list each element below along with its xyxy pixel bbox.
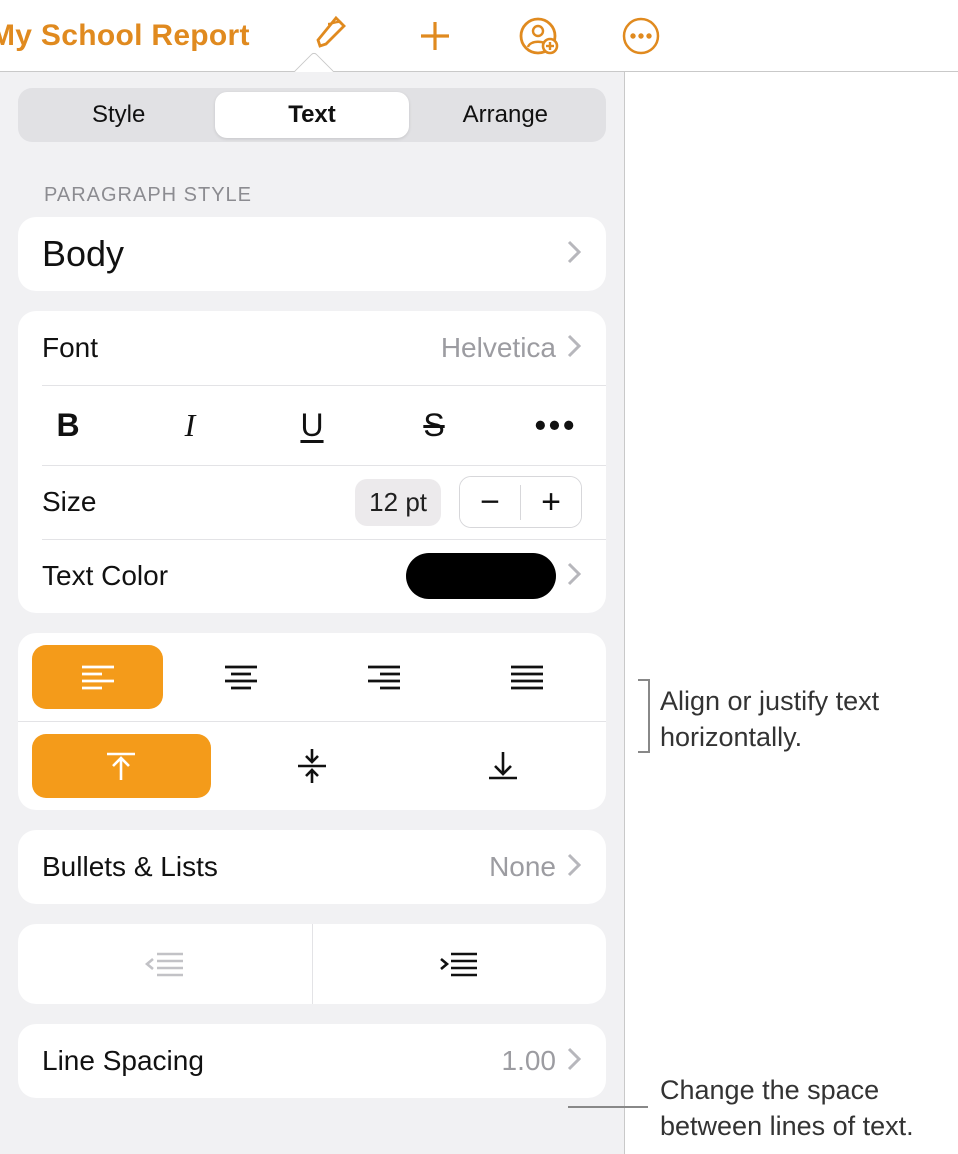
paragraph-style-card[interactable]: Body	[18, 217, 606, 291]
size-row: Size 12 pt − +	[18, 465, 606, 539]
bullets-label: Bullets & Lists	[42, 851, 218, 883]
line-spacing-card[interactable]: Line Spacing 1.00	[18, 1024, 606, 1098]
document-title: My School Report	[0, 19, 250, 53]
font-style-buttons: B I U S •••	[18, 385, 606, 465]
text-color-label: Text Color	[42, 560, 168, 592]
tab-text[interactable]: Text	[215, 92, 408, 138]
valign-bottom-button[interactable]	[413, 734, 592, 798]
valign-middle-button[interactable]	[223, 734, 402, 798]
underline-button[interactable]: U	[282, 407, 342, 444]
decrease-indent-button[interactable]	[18, 924, 312, 1004]
size-value[interactable]: 12 pt	[355, 479, 441, 526]
tab-arrange[interactable]: Arrange	[409, 92, 602, 138]
vertical-alignment-row	[18, 721, 606, 798]
line-spacing-value: 1.00	[502, 1045, 557, 1077]
chevron-right-icon	[566, 561, 582, 592]
increase-indent-button[interactable]	[312, 924, 607, 1004]
top-toolbar: My School Report	[0, 0, 958, 72]
strikethrough-button[interactable]: S	[404, 407, 464, 444]
align-center-button[interactable]	[175, 645, 306, 709]
chevron-right-icon	[566, 1046, 582, 1077]
valign-top-button[interactable]	[32, 734, 211, 798]
callout-spacing-text: Change the space between lines of text.	[660, 1075, 914, 1141]
italic-button[interactable]: I	[160, 407, 220, 444]
tab-segmented-control: Style Text Arrange	[18, 88, 606, 142]
callout-spacing: Change the space between lines of text.	[660, 1072, 950, 1145]
paragraph-style-section-label: PARAGRAPH STYLE	[44, 184, 606, 207]
line-spacing-label: Line Spacing	[42, 1045, 204, 1077]
paragraph-style-value: Body	[42, 233, 124, 275]
size-increase-button[interactable]: +	[521, 477, 581, 527]
bold-button[interactable]: B	[38, 407, 98, 444]
font-value: Helvetica	[441, 332, 556, 364]
align-left-button[interactable]	[32, 645, 163, 709]
alignment-card	[18, 633, 606, 810]
chevron-right-icon	[566, 333, 582, 364]
font-card: Font Helvetica B I U S ••• Size 12 pt − …	[18, 311, 606, 613]
size-stepper: − +	[459, 476, 582, 528]
tab-style[interactable]: Style	[22, 92, 215, 138]
more-icon[interactable]	[617, 12, 665, 60]
text-color-swatch[interactable]	[406, 553, 556, 599]
collaborate-icon[interactable]	[514, 12, 562, 60]
size-decrease-button[interactable]: −	[460, 477, 520, 527]
text-color-row[interactable]: Text Color	[18, 539, 606, 613]
align-right-button[interactable]	[318, 645, 449, 709]
add-icon[interactable]	[411, 12, 459, 60]
size-label: Size	[42, 486, 96, 518]
bullets-value: None	[489, 851, 556, 883]
align-justify-button[interactable]	[461, 645, 592, 709]
more-text-options-button[interactable]: •••	[526, 407, 586, 444]
chevron-right-icon	[566, 852, 582, 883]
format-panel: Style Text Arrange PARAGRAPH STYLE Body …	[0, 72, 625, 1154]
font-label: Font	[42, 332, 98, 364]
callout-align: Align or justify text horizontally.	[660, 683, 950, 756]
toolbar-icon-group	[308, 12, 665, 60]
indent-card	[18, 924, 606, 1004]
bullets-card[interactable]: Bullets & Lists None	[18, 830, 606, 904]
font-row[interactable]: Font Helvetica	[18, 311, 606, 385]
horizontal-alignment-row	[32, 645, 592, 709]
callout-align-text: Align or justify text horizontally.	[660, 686, 879, 752]
chevron-right-icon	[566, 239, 582, 270]
